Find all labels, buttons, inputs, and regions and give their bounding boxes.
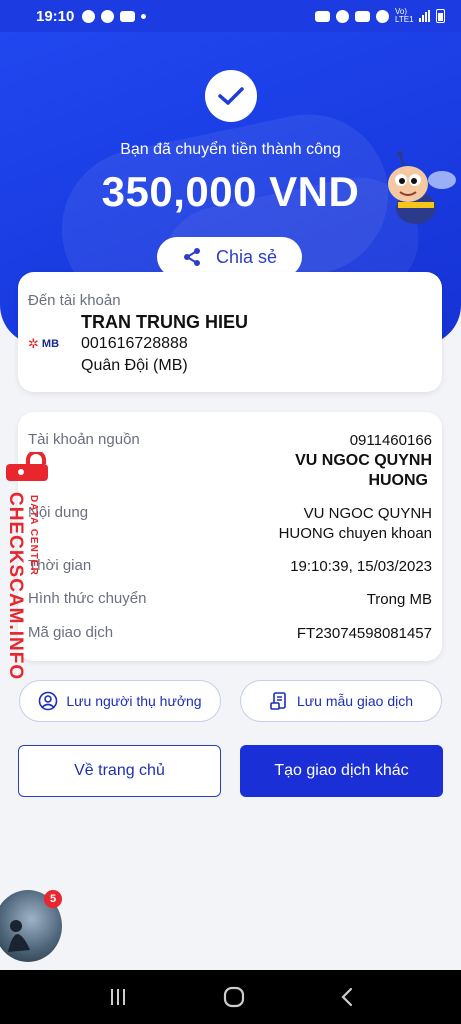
recipient-bank: Quân Đội (MB): [81, 357, 188, 374]
signal-icon: [419, 10, 430, 22]
battery-icon: [436, 9, 445, 23]
transaction-details-card: Tài khoản nguồn 0911460166 VU NGOC QUYNH…: [18, 412, 442, 661]
method-value: Trong MB: [366, 591, 432, 608]
recent-apps-icon[interactable]: [108, 988, 128, 1006]
success-check-icon: [205, 70, 257, 122]
content-line1: VU NGOC QUYNH: [303, 505, 432, 522]
share-label: Chia sẻ: [215, 246, 278, 267]
chat-notification-badge: 5: [44, 890, 62, 908]
bee-mascot-icon: [388, 151, 456, 224]
share-button[interactable]: Chia sẻ: [157, 237, 302, 277]
lock-icon: [6, 452, 48, 481]
status-bar: 19:10 Vo) LTE1: [0, 0, 461, 32]
system-navigation-bar: [0, 970, 461, 1024]
messenger-icon: [101, 9, 115, 23]
mb-bank-logo: ✲ MB: [28, 336, 60, 351]
save-recipient-button[interactable]: Lưu người thụ hưởng: [19, 680, 221, 722]
save-recipient-label: Lưu người thụ hưởng: [66, 693, 202, 709]
save-template-label: Lưu mẫu giao dịch: [297, 693, 413, 709]
more-notifications-icon: [141, 13, 147, 19]
alarm-icon: [336, 9, 349, 23]
recipient-account: 001616728888: [81, 335, 188, 352]
time-value: 19:10:39, 15/03/2023: [290, 558, 432, 575]
recipient-name: TRAN TRUNG HIEU: [81, 312, 248, 332]
user-circle-icon: [39, 691, 58, 711]
source-account-value: 0911460166: [349, 432, 432, 449]
checkscam-watermark: CHECKSCAM.INFO DATA CENTER: [0, 452, 52, 681]
save-template-button[interactable]: Lưu mẫu giao dịch: [240, 680, 442, 722]
status-time: 19:10: [36, 7, 75, 25]
youtube-icon: [120, 10, 136, 22]
mb-star-icon: ✲: [28, 336, 39, 351]
destination-label: Đến tài khoản: [28, 292, 121, 309]
watermark-main-text: CHECKSCAM.INFO: [5, 492, 26, 681]
transaction-id-value: FT23074598081457: [296, 625, 432, 642]
network-label: Vo) LTE1: [395, 7, 414, 24]
source-account-label: Tài khoản nguồn: [28, 431, 140, 448]
share-icon: [183, 248, 200, 266]
home-button[interactable]: Về trang chủ: [18, 745, 221, 797]
receipt-icon: [270, 692, 286, 710]
source-name-line1: VU NGOC QUYNH: [295, 452, 432, 469]
facebook-icon: [82, 9, 96, 23]
mute-icon: [355, 10, 370, 22]
back-icon[interactable]: [340, 987, 354, 1007]
clipboard-icon: [315, 10, 330, 22]
destination-card: Đến tài khoản ✲ MB TRAN TRUNG HIEU 00161…: [18, 272, 442, 392]
watermark-sub-text: DATA CENTER: [28, 495, 39, 576]
source-name-line2: HUONG: [368, 472, 428, 489]
new-transaction-button[interactable]: Tạo giao dịch khác: [240, 745, 443, 797]
home-nav-icon[interactable]: [223, 986, 245, 1008]
wifi-icon: [376, 9, 389, 23]
content-line2: HUONG chuyen khoan: [278, 525, 432, 542]
